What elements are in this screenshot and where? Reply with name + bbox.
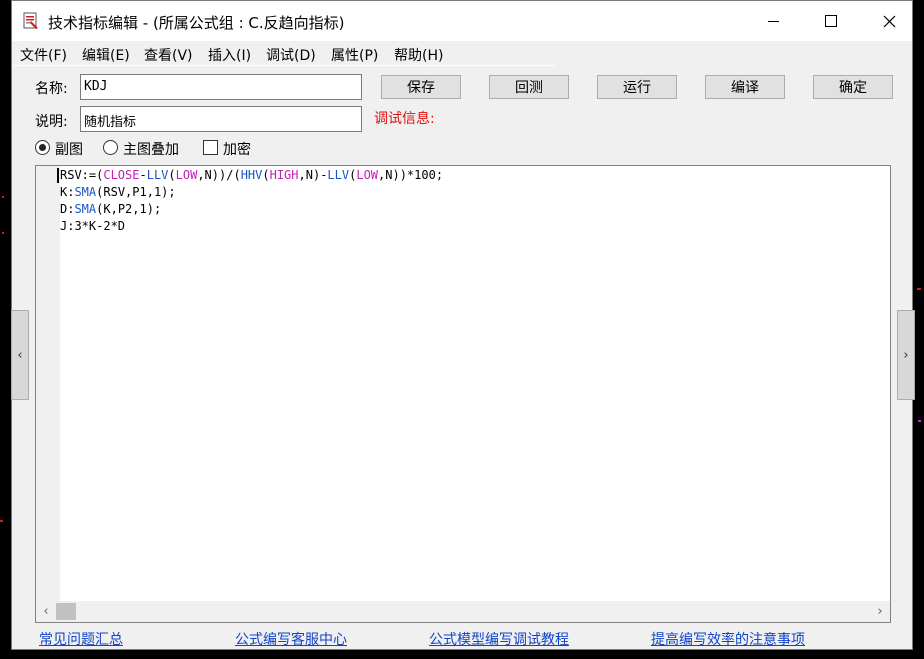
menu-properties[interactable]: 属性(P) bbox=[331, 45, 378, 65]
run-button[interactable]: 运行 bbox=[597, 75, 677, 99]
main-overlay-radio[interactable] bbox=[103, 140, 118, 155]
editor-gutter bbox=[36, 166, 60, 603]
data-token: LOW bbox=[356, 168, 379, 182]
chevron-right-icon[interactable]: › bbox=[870, 601, 890, 622]
function-token: LLV bbox=[327, 168, 350, 182]
formula-editor-icon bbox=[23, 12, 38, 29]
window-title: 技术指标编辑 - (所属公式组 : C.反趋向指标) bbox=[48, 14, 345, 32]
data-token: LOW bbox=[175, 168, 198, 182]
right-panel-toggle[interactable]: › bbox=[897, 310, 915, 400]
menu-help[interactable]: 帮助(H) bbox=[394, 45, 443, 65]
sub-chart-label: 副图 bbox=[55, 142, 83, 158]
save-button[interactable]: 保存 bbox=[381, 75, 461, 99]
maximize-icon bbox=[825, 15, 837, 27]
menu-debug[interactable]: 调试(D) bbox=[266, 45, 316, 65]
code-token: ,N)- bbox=[298, 168, 328, 182]
left-panel-toggle[interactable]: ‹ bbox=[11, 310, 29, 400]
code-token: (K,P2,1); bbox=[96, 202, 162, 216]
function-token: LLV bbox=[146, 168, 169, 182]
code-editor[interactable]: RSV:=(CLOSE-LLV(LOW,N))/(HHV(HIGH,N)-LLV… bbox=[35, 165, 891, 623]
text-cursor bbox=[57, 168, 59, 183]
menu-bar: 文件(F) 编辑(E) 查看(V) 插入(I) 调试(D) 属性(P) 帮助(H… bbox=[12, 42, 912, 65]
debug-info-label: 调试信息: bbox=[374, 111, 435, 127]
close-button[interactable] bbox=[860, 1, 918, 41]
code-line: D:SMA(K,P2,1); bbox=[60, 201, 890, 218]
menu-file[interactable]: 文件(F) bbox=[20, 45, 67, 65]
chevron-left-icon: ‹ bbox=[17, 347, 23, 363]
code-token: RSV:=( bbox=[60, 168, 104, 182]
title-bar: 技术指标编辑 - (所属公式组 : C.反趋向指标) bbox=[12, 1, 912, 41]
horizontal-scrollbar[interactable]: ‹ › bbox=[36, 601, 890, 622]
efficiency-tips-link[interactable]: 提高编写效率的注意事项 bbox=[651, 629, 805, 649]
code-token: ,N))/( bbox=[197, 168, 241, 182]
description-label: 说明: bbox=[35, 114, 68, 130]
indicator-editor-window: 技术指标编辑 - (所属公式组 : C.反趋向指标) 文件(F) 编辑(E) 查… bbox=[11, 0, 913, 650]
support-center-link[interactable]: 公式编写客服中心 bbox=[235, 629, 347, 649]
code-token: K: bbox=[60, 185, 75, 199]
chevron-left-icon[interactable]: ‹ bbox=[36, 601, 56, 622]
data-token: HIGH bbox=[269, 168, 299, 182]
code-token: ( bbox=[168, 168, 176, 182]
code-line: RSV:=(CLOSE-LLV(LOW,N))/(HHV(HIGH,N)-LLV… bbox=[60, 167, 890, 184]
compile-button[interactable]: 编译 bbox=[705, 75, 785, 99]
maximize-button[interactable] bbox=[802, 1, 860, 41]
code-token: D: bbox=[60, 202, 75, 216]
backtest-button[interactable]: 回测 bbox=[489, 75, 569, 99]
code-token: ( bbox=[262, 168, 270, 182]
minimize-icon bbox=[767, 20, 779, 22]
code-token: (RSV,P1,1); bbox=[96, 185, 176, 199]
menu-separator bbox=[12, 65, 555, 66]
function-token: HHV bbox=[240, 168, 263, 182]
close-icon bbox=[883, 15, 895, 27]
tutorial-link[interactable]: 公式模型编写调试教程 bbox=[429, 629, 569, 649]
code-line: K:SMA(RSV,P1,1); bbox=[60, 184, 890, 201]
scrollbar-thumb[interactable] bbox=[56, 603, 76, 620]
code-text[interactable]: RSV:=(CLOSE-LLV(LOW,N))/(HHV(HIGH,N)-LLV… bbox=[60, 167, 890, 601]
encrypt-checkbox[interactable] bbox=[203, 140, 218, 155]
description-input[interactable]: 随机指标 bbox=[80, 106, 362, 132]
code-token: ,N))*100; bbox=[378, 168, 444, 182]
data-token: CLOSE bbox=[103, 168, 140, 182]
code-token: J:3*K-2*D bbox=[60, 219, 126, 233]
function-token: SMA bbox=[74, 202, 97, 216]
minimize-button[interactable] bbox=[744, 1, 802, 41]
sub-chart-radio[interactable] bbox=[35, 140, 50, 155]
ok-button[interactable]: 确定 bbox=[813, 75, 893, 99]
menu-edit[interactable]: 编辑(E) bbox=[82, 45, 130, 65]
name-input[interactable]: KDJ bbox=[80, 74, 362, 100]
menu-insert[interactable]: 插入(I) bbox=[208, 45, 251, 65]
code-line: J:3*K-2*D bbox=[60, 218, 890, 235]
code-token: - bbox=[139, 168, 147, 182]
function-token: SMA bbox=[74, 185, 97, 199]
chevron-right-icon: › bbox=[903, 347, 909, 363]
menu-view[interactable]: 查看(V) bbox=[144, 45, 193, 65]
name-label: 名称: bbox=[35, 81, 68, 97]
encrypt-label: 加密 bbox=[223, 142, 251, 158]
faq-link[interactable]: 常见问题汇总 bbox=[39, 629, 123, 649]
main-overlay-label: 主图叠加 bbox=[123, 142, 179, 158]
